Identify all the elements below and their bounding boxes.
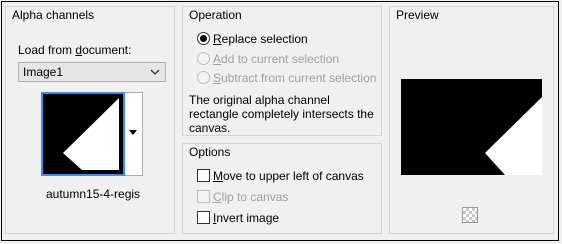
load-label-pre: Load from	[18, 43, 76, 57]
preview-title: Preview	[396, 8, 439, 22]
subtract-selection-radio[interactable]	[197, 71, 210, 84]
options-title: Options	[189, 145, 231, 159]
operation-title: Operation	[189, 8, 242, 22]
alpha-channels-title: Alpha channels	[12, 8, 95, 22]
thumbnail-dropdown-button[interactable]	[125, 92, 143, 176]
replace-selection-label[interactable]: Replace selection	[213, 32, 308, 46]
add-selection-radio[interactable]	[197, 52, 210, 65]
transparency-toggle-icon[interactable]	[462, 207, 478, 223]
document-select-value: Image1	[23, 65, 64, 79]
subtract-key: S	[213, 71, 222, 85]
clip-key: C	[213, 190, 222, 204]
add-rest: dd to current selection	[221, 52, 340, 66]
options-group: Options	[182, 143, 382, 234]
alpha-channel-thumbnail[interactable]	[41, 92, 125, 176]
subtract-selection-label[interactable]: Subtract from current selection	[213, 71, 376, 85]
operation-message: The original alpha channel rectangle com…	[189, 93, 374, 135]
preview-image	[401, 79, 542, 175]
clip-to-canvas-label[interactable]: Clip to canvas	[213, 190, 288, 204]
replace-rest: eplace selection	[221, 32, 308, 46]
channel-name-label: autumn15-4-regis	[46, 187, 141, 201]
move-key: M	[213, 169, 223, 183]
load-from-document-label: Load from document:	[18, 43, 131, 57]
preview-shape-icon	[485, 97, 542, 175]
invert-rest: nvert image	[216, 211, 280, 225]
load-label-post: ocument:	[82, 43, 132, 57]
replace-key: R	[213, 32, 222, 46]
dropdown-arrow-icon	[129, 130, 137, 135]
subtract-rest: ubtract from current selection	[221, 71, 377, 85]
thumbnail-shape-icon	[63, 98, 119, 170]
chevron-down-icon	[149, 64, 161, 83]
replace-selection-radio[interactable]	[197, 32, 210, 45]
document-select[interactable]: Image1	[18, 62, 166, 82]
add-key: A	[213, 52, 222, 66]
invert-image-label[interactable]: Invert image	[213, 211, 279, 225]
move-to-upper-left-label[interactable]: Move to upper left of canvas	[213, 169, 364, 183]
invert-image-checkbox[interactable]	[197, 211, 210, 224]
move-to-upper-left-checkbox[interactable]	[197, 169, 210, 182]
clip-to-canvas-checkbox[interactable]	[197, 190, 210, 203]
move-rest: ove to upper left of canvas	[223, 169, 364, 183]
add-selection-label[interactable]: Add to current selection	[213, 52, 339, 66]
clip-rest: lip to canvas	[221, 190, 289, 204]
